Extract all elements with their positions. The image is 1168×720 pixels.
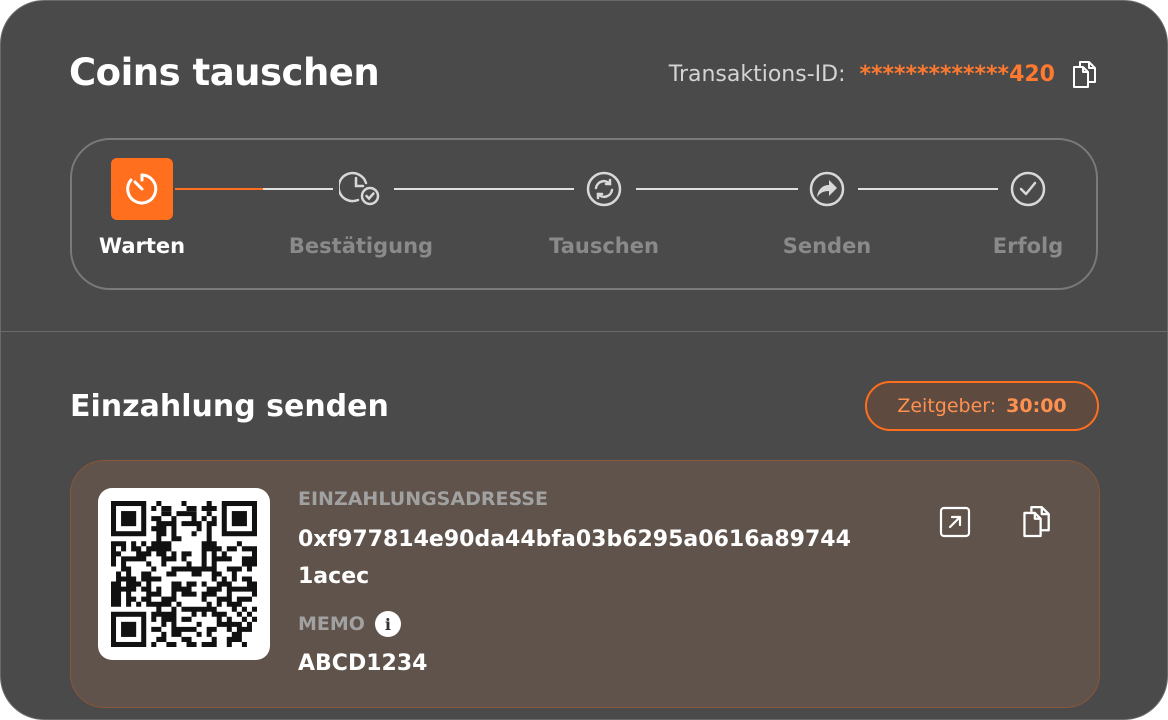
check-circle-icon: [1010, 171, 1046, 207]
step-warten: Warten: [62, 158, 222, 258]
step-bestaetigung: Bestätigung: [281, 158, 441, 258]
deposit-address-label: EINZAHLUNGSADRESSE: [298, 488, 548, 510]
deposit-address-value[interactable]: 0xf977814e90da44bfa03b6295a0616a897441ac…: [298, 521, 858, 595]
memo-row: MEMO i: [298, 611, 401, 637]
step-senden: Senden: [747, 158, 907, 258]
step-label: Senden: [782, 234, 872, 258]
step-tauschen: Tauschen: [524, 158, 684, 258]
page-title: Coins tauschen: [69, 51, 380, 94]
deposit-qr-code: [98, 488, 270, 660]
memo-value[interactable]: ABCD1234: [298, 651, 427, 676]
memo-label: MEMO: [298, 613, 365, 635]
timer-icon: [126, 173, 158, 205]
send-arrow-icon: [809, 171, 845, 207]
timer-value: 30:00: [1006, 395, 1067, 417]
deposit-section-title: Einzahlung senden: [70, 389, 389, 424]
deposit-panel: EINZAHLUNGSADRESSE 0xf977814e90da44bfa03…: [70, 460, 1100, 708]
transaction-id-label: Transaktions-ID:: [668, 61, 846, 87]
swap-card: Coins tauschen Transaktions-ID: ********…: [0, 0, 1168, 720]
timer-badge: Zeitgeber: 30:00: [865, 381, 1099, 431]
step-label: Warten: [98, 234, 186, 258]
timer-label: Zeitgeber:: [897, 395, 997, 417]
copy-icon: [1073, 61, 1096, 88]
step-label: Erfolg: [992, 234, 1064, 258]
info-icon[interactable]: i: [374, 611, 401, 637]
section-divider: [1, 331, 1167, 332]
transaction-id: Transaktions-ID: *************420: [669, 59, 1097, 89]
step-erfolg: Erfolg: [948, 158, 1108, 258]
open-external-icon: [939, 506, 971, 538]
progress-stepper: Warten Bestätigung Tauschen Senden Erfol…: [70, 138, 1098, 290]
step-label: Tauschen: [549, 234, 659, 258]
transaction-id-value: *************420: [859, 61, 1056, 87]
qr-code-image: [111, 501, 257, 647]
clock-check-icon: [339, 171, 380, 206]
copy-address-button[interactable]: [1021, 503, 1051, 539]
refresh-icon: [586, 171, 622, 207]
open-external-button[interactable]: [938, 505, 972, 539]
copy-icon: [1023, 506, 1050, 538]
step-label: Bestätigung: [288, 234, 434, 258]
copy-transaction-id-button[interactable]: [1071, 59, 1097, 89]
